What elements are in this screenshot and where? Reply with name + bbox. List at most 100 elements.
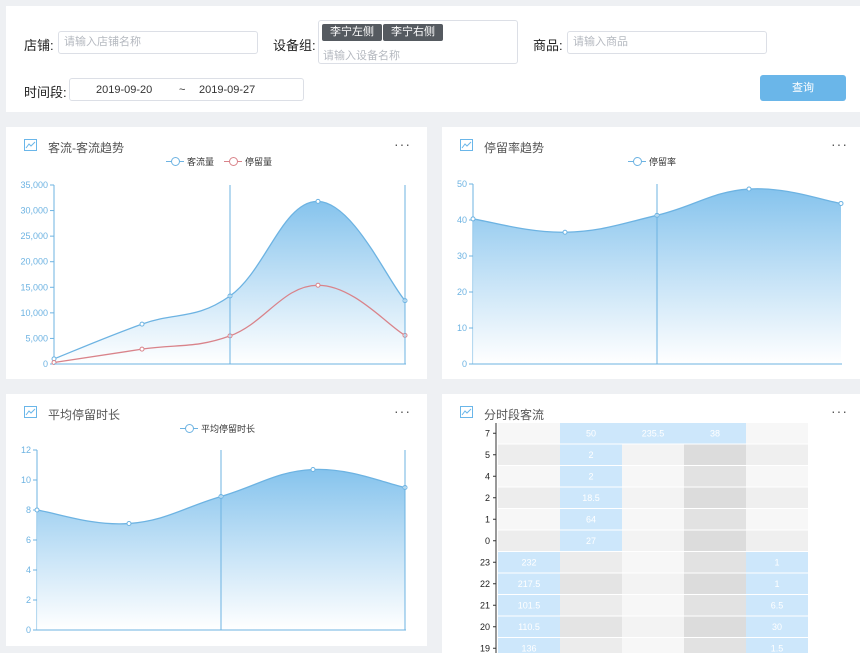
- shop-input[interactable]: 请输入店铺名称: [58, 31, 258, 54]
- cell-value: 50: [586, 428, 596, 438]
- heatmap-cell: [498, 509, 560, 530]
- device-tag-right[interactable]: 李宁右侧: [383, 24, 443, 41]
- heatmap-cell: [622, 552, 684, 573]
- heatmap-cell: [560, 638, 622, 653]
- cell-value: 110.5: [518, 622, 540, 632]
- data-point: [470, 216, 476, 222]
- heatmap-cell: [622, 487, 684, 508]
- date-end[interactable]: 2019-09-27: [199, 84, 255, 96]
- heatmap-cell: [498, 530, 560, 551]
- cell-value: 136: [521, 643, 536, 653]
- traffic-chart: 0 5,000 10,000 15,000 20,000 25,000 30,000 35,0…: [20, 180, 408, 369]
- heatmap-cell: [622, 466, 684, 487]
- device-input-placeholder: 请输入设备名称: [323, 50, 400, 62]
- heatmap-cell: [622, 509, 684, 530]
- stay-rate-chart: 0 10 20 30 40 50: [457, 179, 844, 369]
- heatmap-cell: [622, 638, 684, 653]
- data-point: [562, 229, 568, 235]
- heatmap-cell: [622, 595, 684, 616]
- device-tag-left[interactable]: 李宁左侧: [322, 24, 382, 41]
- y-tick-label: 5,000: [25, 333, 48, 343]
- shop-label: 店铺:: [24, 38, 54, 53]
- heatmap-cell: [684, 552, 746, 573]
- device-select[interactable]: 李宁左侧 李宁右侧 请输入设备名称: [318, 20, 518, 64]
- y-tick-label: 10,000: [20, 308, 48, 318]
- data-point: [838, 200, 844, 206]
- row-label: 20: [480, 622, 490, 632]
- y-tick-label: 50: [457, 179, 467, 189]
- cell-value: 1: [774, 557, 779, 567]
- goods-label: 商品:: [533, 38, 563, 53]
- row-label: 7: [485, 428, 490, 438]
- heatmap-cell: [622, 573, 684, 594]
- query-button[interactable]: 查询: [760, 75, 846, 101]
- heatmap-cell: [684, 466, 746, 487]
- hourly-traffic-card: 分时段客流 ··· 7 50 235.5 38 5 2 4 2 2 18.5 1 64 0 27 23 232…: [442, 394, 860, 653]
- data-point: [139, 346, 145, 352]
- heatmap-cell: [684, 509, 746, 530]
- traffic-trend-card: 客流-客流趋势 ··· 客流量 停留量 0 5,000 10,000 15,000 20…: [6, 127, 427, 379]
- heatmap-cell: [684, 573, 746, 594]
- cell-value: 27: [586, 536, 596, 546]
- cell-value: 2: [588, 471, 593, 481]
- cell-value: 30: [772, 622, 782, 632]
- cell-value: 2: [588, 450, 593, 460]
- data-point: [315, 282, 321, 288]
- row-label: 23: [480, 557, 490, 567]
- heatmap-cell: [684, 595, 746, 616]
- data-point: [126, 521, 132, 526]
- y-tick-label: 20,000: [20, 257, 48, 267]
- stay-rate-card: 停留率趋势 ··· 停留率 0 10 20 30 40 50: [442, 127, 860, 379]
- heatmap-cell: [498, 487, 560, 508]
- cell-value: 235.5: [642, 428, 665, 438]
- heatmap-cell: [746, 444, 808, 465]
- cell-value: 217.5: [518, 579, 541, 589]
- y-tick-label: 2: [26, 595, 31, 605]
- row-label: 4: [485, 471, 490, 481]
- heatmap-cell: [746, 509, 808, 530]
- date-start[interactable]: 2019-09-20: [96, 84, 152, 96]
- y-tick-label: 0: [462, 359, 467, 369]
- goods-input[interactable]: 请输入商品: [567, 31, 767, 54]
- heatmap-cell: [498, 466, 560, 487]
- avg-stay-chart: 0 2 4 6 8 10 12: [21, 445, 408, 635]
- heatmap-cell: [560, 616, 622, 637]
- cell-value: 18.5: [582, 493, 600, 503]
- data-point: [139, 321, 145, 327]
- cell-value: 1: [774, 579, 779, 589]
- hourly-heatmap: 7 50 235.5 385 24 22 18.51 640 2723 232 122 217.5 12…: [480, 423, 808, 653]
- y-tick-label: 0: [26, 625, 31, 635]
- row-label: 19: [480, 643, 490, 653]
- filter-panel: 店铺: 请输入店铺名称 设备组: 李宁左侧 李宁右侧 请输入设备名称 商品: 请…: [6, 6, 860, 112]
- period-label: 时间段:: [24, 85, 67, 100]
- date-range-picker[interactable]: 2019-09-20 ~ 2019-09-27: [69, 78, 304, 101]
- date-separator: ~: [179, 84, 186, 96]
- heatmap-cell: [746, 530, 808, 551]
- row-label: 21: [480, 600, 490, 610]
- y-tick-label: 10: [21, 475, 31, 485]
- cell-value: 6.5: [771, 600, 784, 610]
- y-tick-label: 10: [457, 323, 467, 333]
- y-tick-label: 35,000: [20, 180, 48, 190]
- row-label: 5: [485, 450, 490, 460]
- heatmap-cell: [746, 466, 808, 487]
- row-label: 1: [485, 514, 490, 524]
- heatmap-cell: [498, 423, 560, 444]
- data-point: [34, 507, 40, 513]
- heatmap-cell: [560, 595, 622, 616]
- y-tick-label: 0: [43, 359, 48, 369]
- y-tick-label: 12: [21, 445, 31, 455]
- y-tick-label: 25,000: [20, 231, 48, 241]
- heatmap-cell: [684, 638, 746, 653]
- cell-value: 232: [521, 557, 536, 567]
- heatmap-cell: [560, 573, 622, 594]
- y-tick-label: 30,000: [20, 206, 48, 216]
- cell-value: 64: [586, 514, 596, 524]
- heatmap-cell: [684, 616, 746, 637]
- data-point: [746, 186, 752, 192]
- heatmap-cell: [746, 423, 808, 444]
- cell-value: 38: [710, 428, 720, 438]
- heatmap-cell: [746, 487, 808, 508]
- y-tick-label: 15,000: [20, 282, 48, 292]
- device-group-label: 设备组:: [273, 38, 316, 53]
